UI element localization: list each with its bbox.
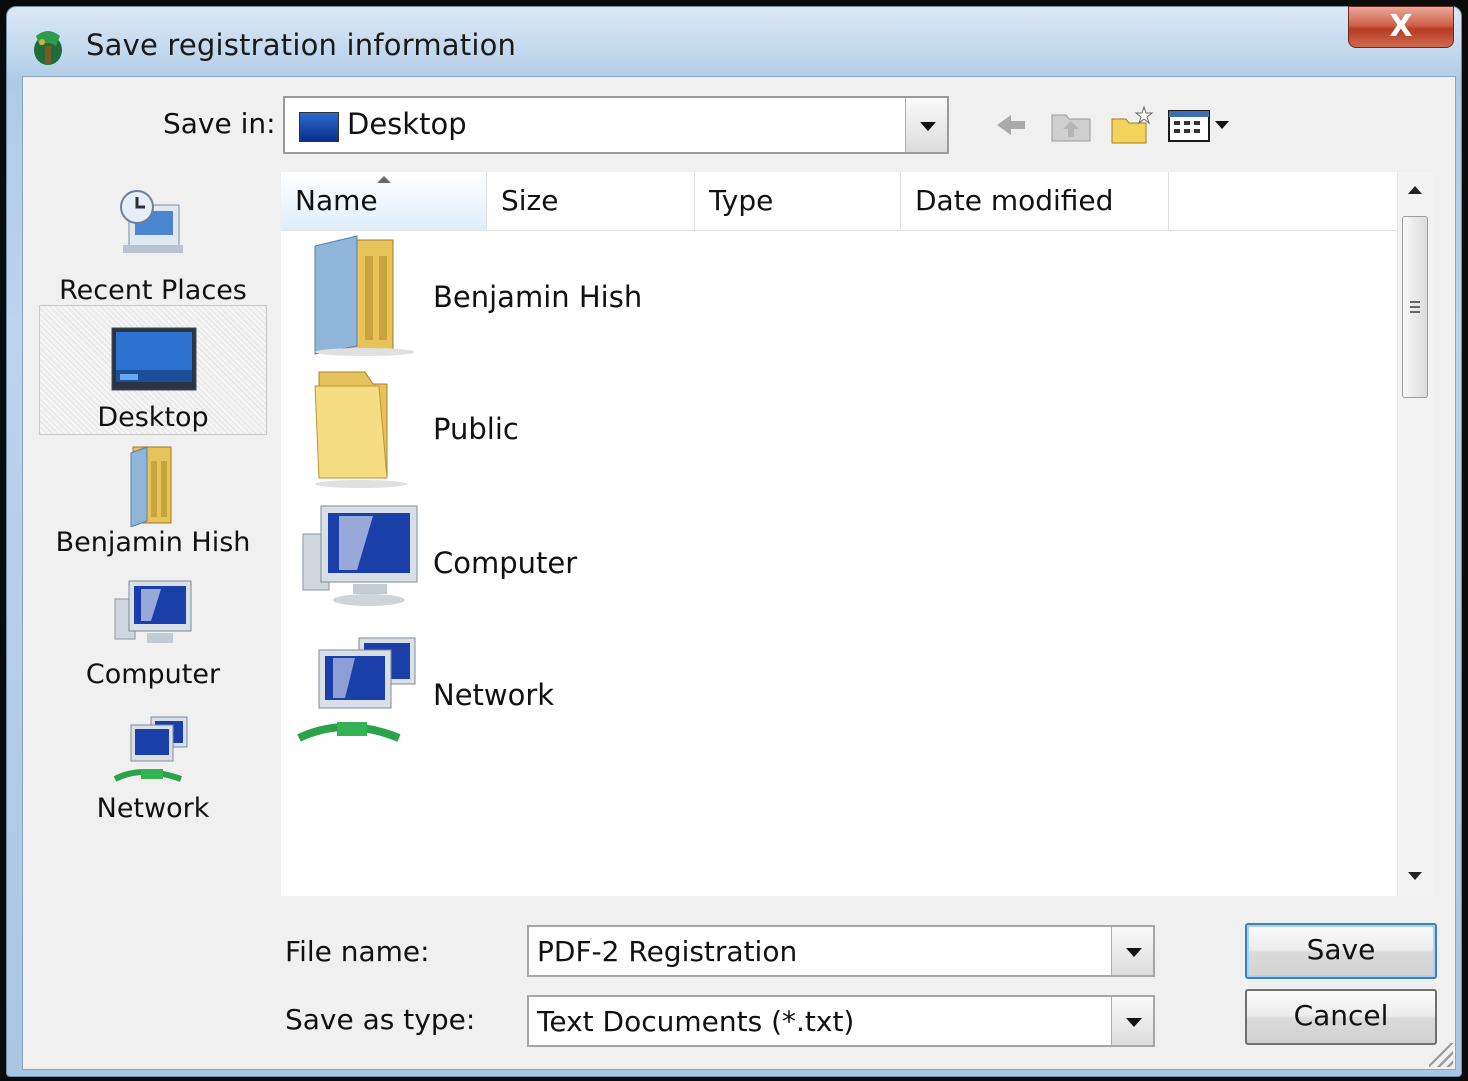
save-in-dropdown[interactable]: Desktop	[283, 96, 949, 154]
app-icon	[34, 31, 62, 65]
save-button[interactable]: Save	[1245, 923, 1437, 979]
folder-icon	[314, 371, 407, 488]
chevron-down-icon[interactable]	[1111, 927, 1153, 975]
window-title: Save registration information	[86, 28, 517, 62]
column-name-label: Name	[295, 184, 378, 217]
resize-grip-icon[interactable]	[1429, 1043, 1453, 1067]
computer-icon	[302, 505, 418, 606]
close-button[interactable]: X	[1348, 6, 1454, 48]
save-as-type-value: Text Documents (*.txt)	[537, 1005, 855, 1038]
computer-icon	[114, 580, 192, 643]
place-label: Benjamin Hish	[55, 527, 251, 558]
save-as-type-label: Save as type:	[285, 1003, 476, 1036]
list-item-name: Computer	[433, 546, 578, 580]
recent-places-icon	[120, 190, 183, 253]
list-item-name: Benjamin Hish	[433, 280, 643, 314]
file-name-value: PDF-2 Registration	[537, 935, 798, 968]
up-folder-icon[interactable]	[1048, 103, 1094, 147]
sort-ascending-icon	[377, 176, 391, 183]
save-in-label: Save in:	[163, 107, 276, 140]
vertical-scrollbar[interactable]	[1397, 172, 1433, 896]
network-icon	[113, 716, 188, 782]
save-as-type-dropdown[interactable]: Text Documents (*.txt)	[527, 995, 1155, 1047]
place-desktop[interactable]: Desktop	[39, 305, 267, 435]
title-bar[interactable]: Save registration information X	[6, 6, 1462, 76]
column-date-modified[interactable]: Date modified	[901, 172, 1169, 230]
dialog-client: Save in: Desktop Recent Places Desktop B…	[22, 76, 1456, 1070]
cancel-button[interactable]: Cancel	[1245, 989, 1437, 1045]
column-name[interactable]: Name	[281, 172, 487, 230]
list-item[interactable]: Benjamin Hish	[281, 232, 881, 366]
column-header: Name Size Type Date modified	[281, 172, 1397, 231]
place-label: Desktop	[97, 402, 209, 433]
chevron-down-icon[interactable]	[1111, 997, 1153, 1045]
file-name-label: File name:	[285, 935, 430, 968]
list-item[interactable]: Public	[281, 366, 881, 500]
new-folder-icon[interactable]	[1108, 103, 1156, 147]
list-item-name: Network	[433, 678, 555, 712]
back-icon[interactable]	[991, 103, 1031, 147]
user-folder-icon	[314, 235, 415, 356]
places-bar: Recent Places Desktop Benjamin Hish Comp…	[39, 169, 267, 1049]
file-list[interactable]: Name Size Type Date modified Benjamin Hi…	[281, 172, 1433, 896]
scroll-thumb[interactable]	[1402, 216, 1428, 398]
place-label: Network	[96, 793, 210, 824]
list-item-name: Public	[433, 412, 519, 446]
save-in-value: Desktop	[347, 107, 467, 141]
chevron-down-icon[interactable]	[905, 98, 947, 152]
place-benjamin-hish[interactable]: Benjamin Hish	[39, 439, 267, 569]
scroll-up-icon[interactable]	[1398, 172, 1432, 208]
list-item[interactable]: Computer	[281, 500, 881, 634]
desktop-icon	[299, 112, 339, 142]
place-label: Computer	[85, 659, 221, 690]
place-label: Recent Places	[59, 275, 247, 306]
place-computer[interactable]: Computer	[39, 575, 267, 705]
scroll-down-icon[interactable]	[1398, 860, 1432, 896]
network-icon	[297, 637, 416, 742]
place-recent-places[interactable]: Recent Places	[39, 177, 267, 307]
column-size[interactable]: Size	[487, 172, 695, 230]
user-folder-icon	[130, 446, 172, 527]
views-menu-icon[interactable]	[1165, 103, 1235, 147]
column-type[interactable]: Type	[695, 172, 901, 230]
file-name-field[interactable]: PDF-2 Registration	[527, 925, 1155, 977]
list-item[interactable]: Network	[281, 634, 881, 768]
desktop-icon	[111, 327, 197, 391]
place-network[interactable]: Network	[39, 709, 267, 839]
close-icon: X	[1389, 9, 1413, 44]
